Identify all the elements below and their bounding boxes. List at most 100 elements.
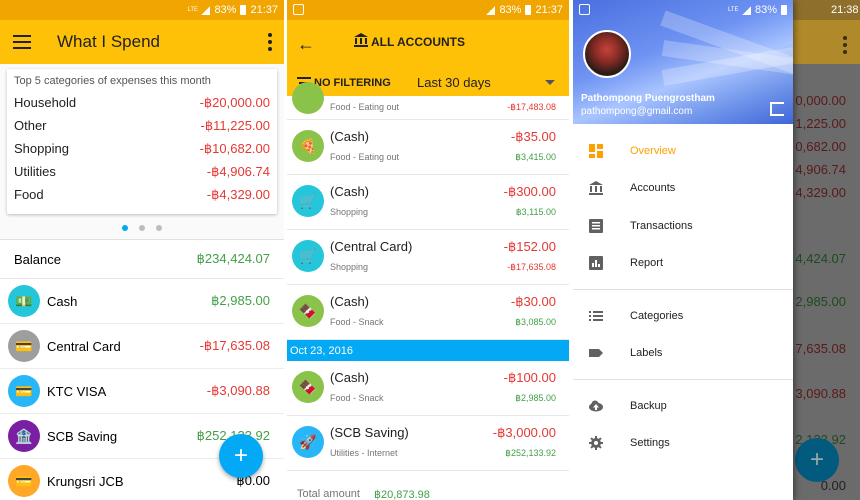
balance-label: Balance [14, 251, 61, 267]
clock: 21:37 [535, 4, 563, 16]
total-label: Total amount [297, 488, 360, 500]
drawer-item-overview[interactable]: Overview [573, 132, 793, 170]
dimmed-value: 7,635.08 [795, 341, 846, 356]
add-fab-button[interactable]: + [219, 434, 263, 478]
dimmed-background[interactable] [793, 0, 860, 500]
transaction-category: Food - Eating out [330, 102, 400, 112]
category-icon: 🚀 [292, 426, 324, 458]
account-row-cash[interactable]: 💵 Cash ฿2,985.00 [0, 279, 284, 324]
account-row-central-card[interactable]: 💳 Central Card -฿17,635.08 [0, 324, 284, 369]
transaction-category: Shopping [330, 207, 369, 217]
drawer-item-accounts[interactable]: Accounts [573, 170, 793, 208]
dimmed-value: 4,329.00 [795, 185, 846, 200]
status-bar: 83% 21:37 [287, 0, 569, 20]
drawer-item-report[interactable]: Report [573, 245, 793, 283]
category-row: Household -฿20,000.00 [14, 91, 270, 114]
account-row-ktc-visa[interactable]: 💳 KTC VISA -฿3,090.88 [0, 369, 284, 414]
dimmed-value: 1,225.00 [795, 116, 846, 131]
logout-icon[interactable] [770, 102, 784, 116]
category-name: Other [14, 118, 47, 133]
bank-icon [354, 33, 368, 47]
page-dot-active[interactable] [122, 225, 128, 231]
transaction-account: (Cash) [330, 129, 370, 144]
transaction-category: Food - Eating out [330, 152, 400, 162]
page-dot[interactable] [156, 225, 162, 231]
list-box-icon [589, 218, 603, 233]
user-avatar[interactable] [583, 30, 631, 78]
drawer-item-categories[interactable]: Categories [573, 297, 793, 335]
transaction-row[interactable]: Food - Eating out -฿17,483.08 [287, 82, 569, 120]
top-categories-card[interactable]: Top 5 categories of expenses this month … [7, 69, 277, 214]
category-amount: -฿4,906.74 [206, 163, 270, 179]
transaction-balance: ฿252,133.92 [505, 448, 556, 458]
plus-icon: + [233, 442, 248, 469]
drawer-item-backup[interactable]: Backup [573, 387, 793, 425]
label-icon [589, 346, 603, 360]
transaction-row[interactable]: 🍫 (Cash) Food - Snack -฿100.00 ฿2,985.00 [287, 361, 569, 416]
battery-icon [240, 5, 247, 15]
drawer-menu-group: Categories Labels [573, 297, 793, 372]
screen-transactions: 83% 21:37 ← ALL ACCOUNTS NO FILTERING La… [287, 0, 569, 500]
app-bar: What I Spend [0, 20, 284, 64]
transaction-amount: -฿30.00 [510, 294, 556, 309]
transaction-balance: -฿17,483.08 [507, 102, 556, 112]
category-icon: 🍫 [292, 371, 324, 403]
drawer-item-labels[interactable]: Labels [573, 335, 793, 373]
back-arrow-icon[interactable]: ← [297, 34, 315, 55]
transaction-row[interactable]: 🍫 (Cash) Food - Snack -฿30.00 ฿3,085.00 [287, 285, 569, 340]
signal-icon [201, 5, 211, 15]
dropdown-arrow-icon[interactable] [545, 80, 555, 85]
transaction-row[interactable]: 🛒 (Cash) Shopping -฿300.00 ฿3,115.00 [287, 175, 569, 230]
lte-label: LTE [187, 7, 198, 13]
transaction-amount: -฿300.00 [503, 184, 556, 199]
transaction-balance: ฿3,115.00 [515, 207, 556, 217]
dimmed-value: 0,000.00 [795, 93, 846, 108]
page-dot[interactable] [139, 225, 145, 231]
account-icon: 💳 [8, 465, 40, 497]
transaction-amount: -฿100.00 [503, 370, 556, 385]
balance-value: ฿234,424.07 [196, 251, 270, 266]
drawer-item-settings[interactable]: Settings [573, 425, 793, 463]
transaction-row[interactable]: 🛒 (Central Card) Shopping -฿152.00 -฿17,635.… [287, 230, 569, 285]
bank-icon [589, 181, 603, 196]
drawer-item-label: Report [630, 257, 664, 270]
transaction-balance: ฿2,985.00 [515, 393, 556, 403]
total-amount-row: Total amount ฿20,873.98 [297, 488, 430, 500]
account-selector[interactable]: ALL ACCOUNTS [371, 35, 465, 49]
transaction-account: (Cash) [330, 184, 370, 199]
list-icon [589, 309, 603, 323]
more-options-icon[interactable] [268, 33, 272, 51]
screen-overview: LTE 83% 21:37 What I Spend Top 5 categor… [0, 0, 284, 500]
transaction-balance: ฿3,085.00 [515, 317, 556, 327]
category-amount: -฿20,000.00 [199, 94, 270, 110]
lte-label: LTE [727, 7, 739, 13]
drawer-item-label: Backup [630, 399, 667, 412]
transaction-category: Shopping [330, 262, 369, 272]
account-icon: 💳 [8, 375, 40, 407]
account-amount: ฿2,985.00 [211, 293, 270, 308]
transaction-category: Food - Snack [330, 317, 384, 327]
transaction-category: Food - Snack [330, 393, 384, 403]
transaction-row[interactable]: 🍕 (Cash) Food - Eating out -฿35.00 ฿3,415.00 [287, 120, 569, 175]
transaction-amount: -฿35.00 [510, 129, 556, 144]
category-amount: -฿4,329.00 [206, 186, 270, 202]
drawer-item-label: Settings [630, 437, 670, 450]
page-indicator[interactable] [0, 225, 284, 231]
account-name: KTC VISA [47, 383, 107, 399]
hamburger-menu-icon[interactable] [13, 35, 31, 49]
transaction-row[interactable]: 🚀 (SCB Saving) Utilities - Internet -฿3,000… [287, 416, 569, 471]
dimmed-value: 4,906.74 [795, 162, 846, 177]
transaction-list: 🍕 (Cash) Food - Eating out -฿35.00 ฿3,415.00… [287, 120, 569, 340]
drawer-item-label: Overview [630, 144, 676, 157]
period-dropdown[interactable]: Last 30 days [417, 75, 491, 90]
filter-button[interactable]: NO FILTERING [314, 77, 391, 89]
user-name: Pathompong Puengrostham [581, 93, 715, 104]
drawer-item-transactions[interactable]: Transactions [573, 207, 793, 245]
drawer-menu-group: Backup Settings [573, 387, 793, 462]
transaction-account: (Cash) [330, 294, 370, 309]
category-name: Utilities [14, 164, 56, 179]
battery-percent: 83% [754, 4, 777, 16]
category-icon: 🍕 [292, 130, 324, 162]
gallery-notification-icon [293, 4, 304, 15]
category-row: Other -฿11,225.00 [14, 114, 270, 137]
